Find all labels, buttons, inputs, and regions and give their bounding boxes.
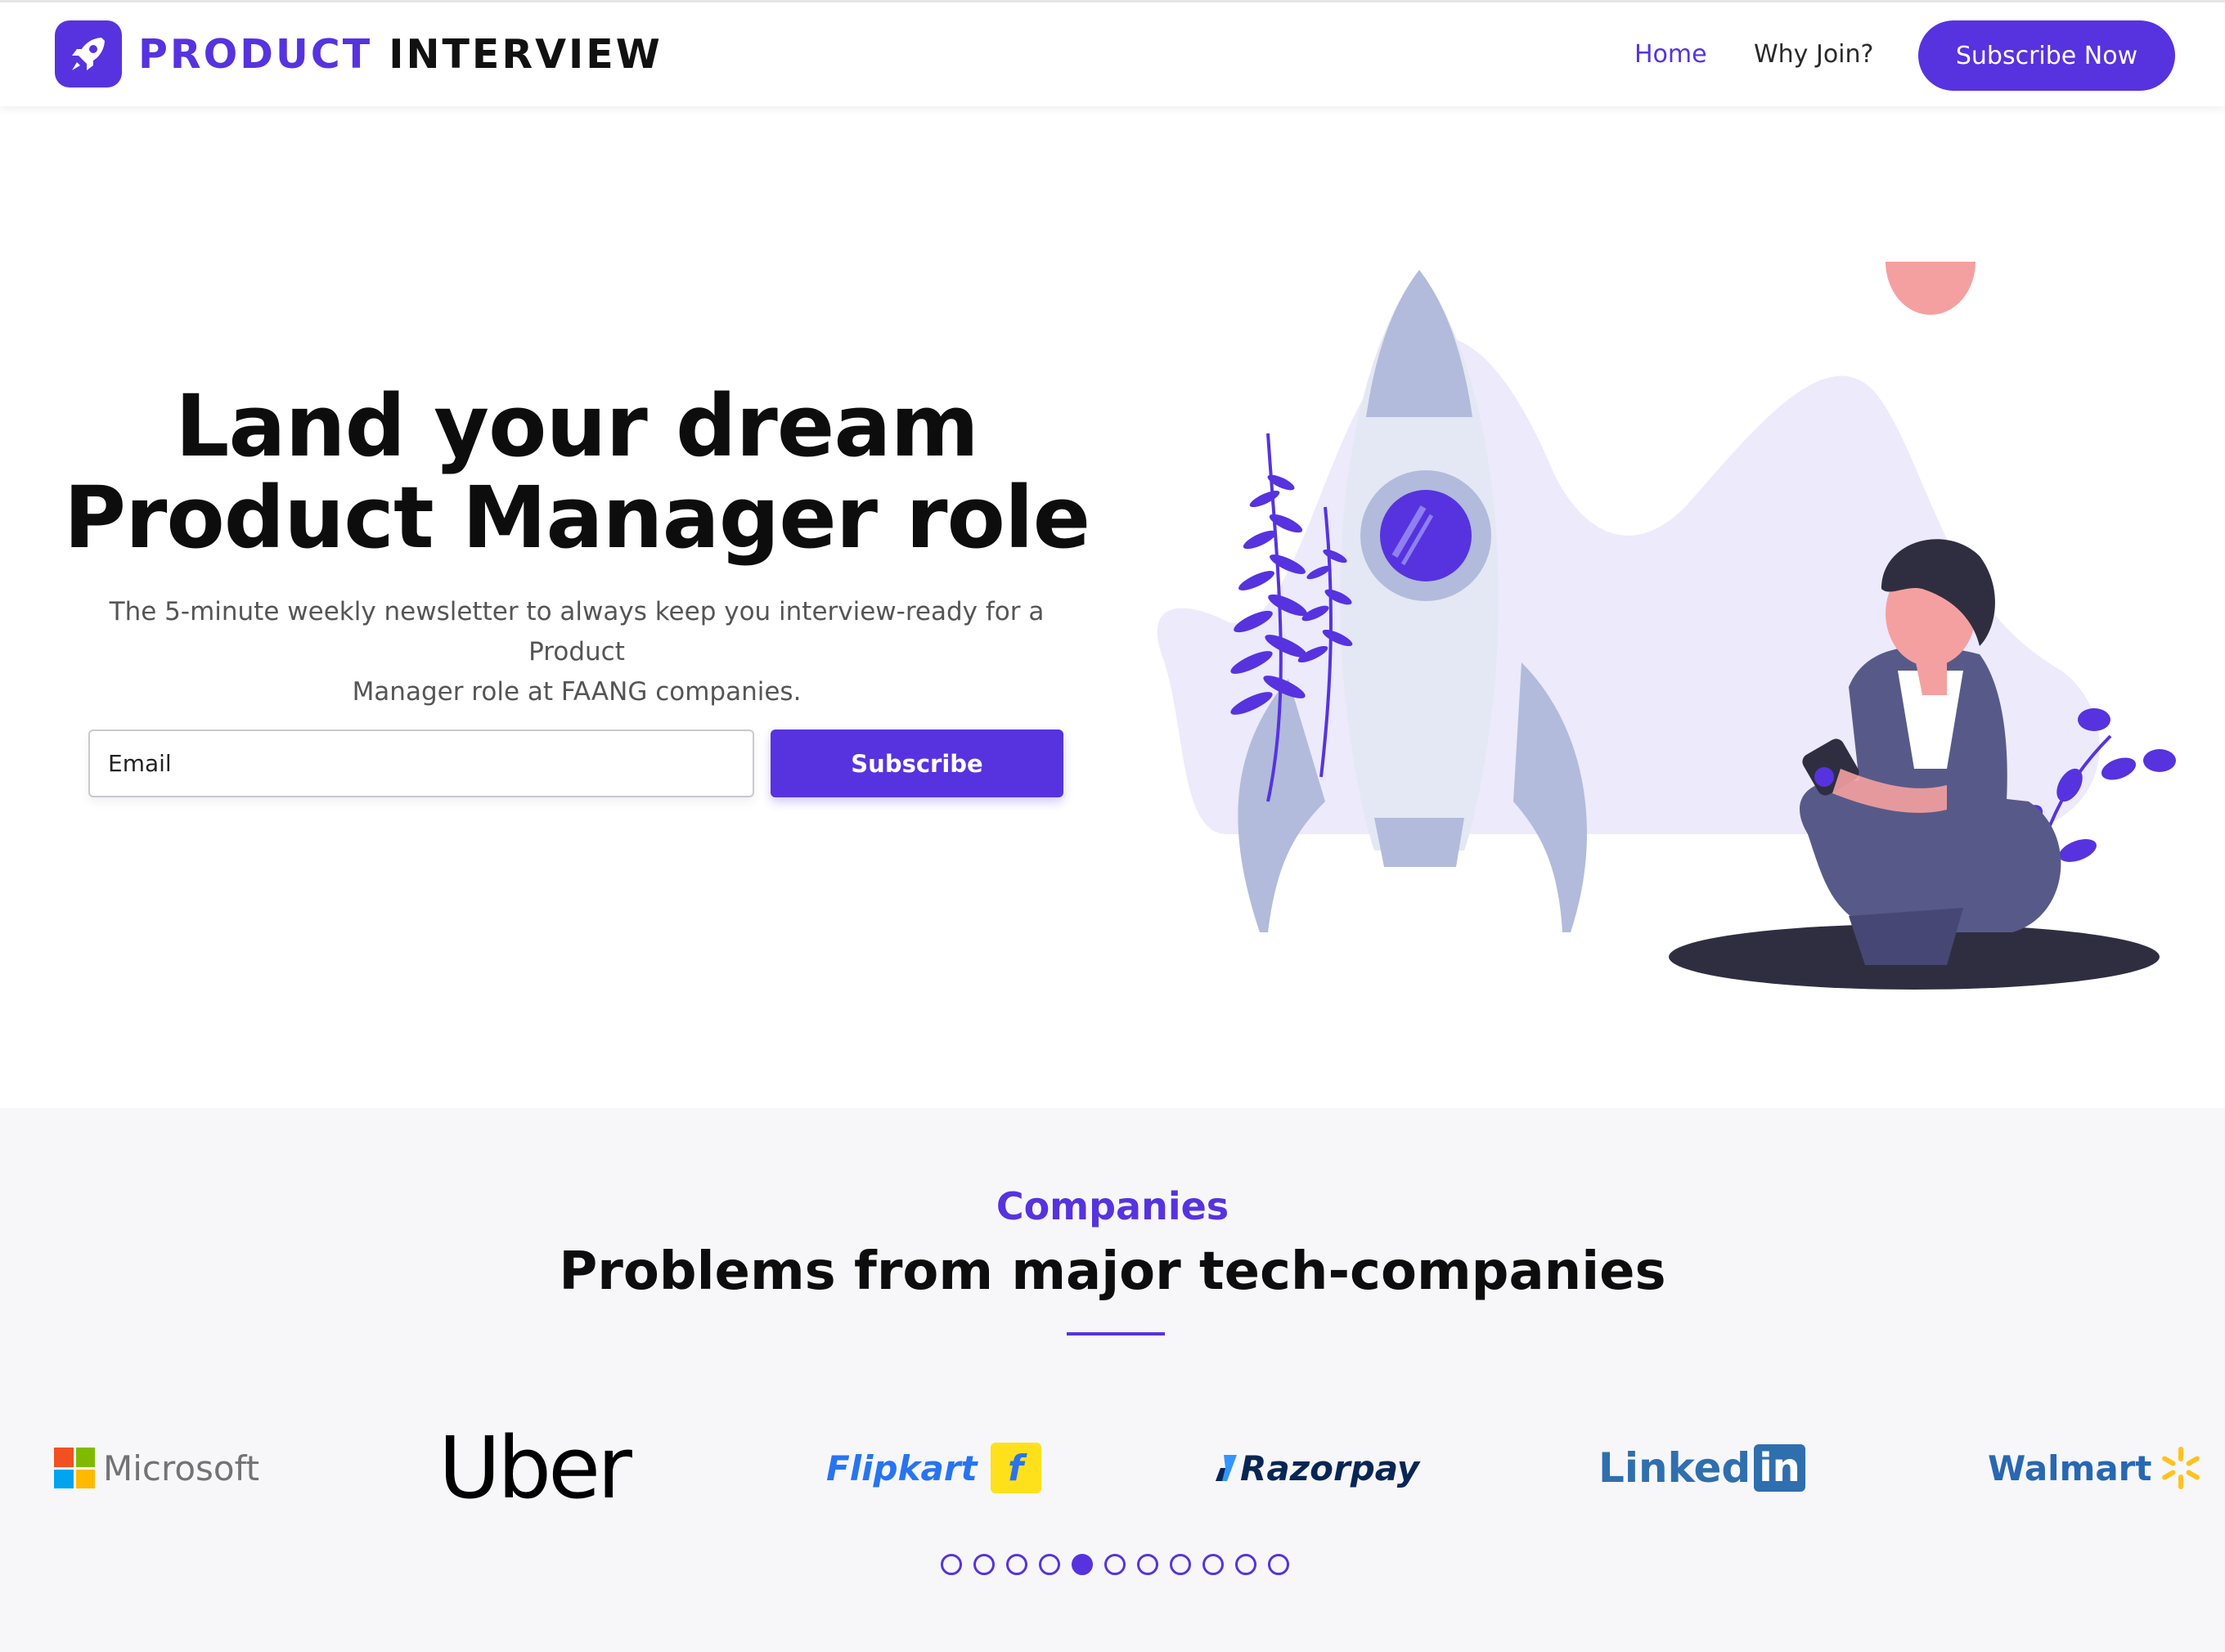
- carousel-dot[interactable]: [1235, 1554, 1256, 1575]
- razorpay-mark-icon: [1216, 1455, 1237, 1481]
- carousel-dot[interactable]: [941, 1554, 962, 1575]
- linkedin-logo-text: Linked: [1598, 1444, 1751, 1492]
- nav-why-join-link[interactable]: Why Join?: [1754, 40, 1873, 69]
- microsoft-grid-icon: [54, 1448, 95, 1488]
- razorpay-logo-text: Razorpay: [1240, 1448, 1420, 1488]
- nav-home-link[interactable]: Home: [1634, 40, 1707, 69]
- brand-name-part2: INTERVIEW: [389, 30, 663, 78]
- carousel-dot[interactable]: [1137, 1554, 1158, 1575]
- section-divider: [1067, 1332, 1165, 1336]
- flipkart-logo-text: Flipkart: [826, 1448, 978, 1488]
- carousel-dot[interactable]: [1072, 1554, 1093, 1575]
- carousel-dot[interactable]: [1104, 1554, 1126, 1575]
- walmart-logo-text: Walmart: [1988, 1448, 2152, 1488]
- microsoft-logo[interactable]: Microsoft: [54, 1423, 259, 1513]
- microsoft-logo-text: Microsoft: [103, 1448, 260, 1488]
- linkedin-in-box: in: [1754, 1444, 1805, 1492]
- subscribe-button[interactable]: Subscribe: [771, 729, 1063, 797]
- flipkart-bag-icon: f: [990, 1443, 1041, 1493]
- linkedin-logo[interactable]: Linked in: [1598, 1423, 1805, 1513]
- carousel-dots: [941, 1554, 1289, 1575]
- hero-title-line1: Land your dream: [175, 376, 979, 476]
- brand-name: PRODUCT INTERVIEW: [138, 31, 663, 78]
- brand[interactable]: PRODUCT INTERVIEW: [55, 20, 663, 88]
- companies-label: Companies: [996, 1184, 1229, 1228]
- uber-logo[interactable]: Uber: [438, 1418, 632, 1518]
- hero-title: Land your dream Product Manager role: [49, 380, 1104, 563]
- razorpay-logo[interactable]: Razorpay: [1212, 1423, 1419, 1513]
- carousel-dot[interactable]: [973, 1554, 995, 1575]
- hero-subtitle-line1: The 5-minute weekly newsletter to always…: [109, 597, 1045, 667]
- hero-title-line2: Product Manager role: [63, 468, 1090, 568]
- email-input[interactable]: [88, 729, 754, 797]
- carousel-dot[interactable]: [1170, 1554, 1191, 1575]
- rocket-person-illustration: [1157, 262, 2176, 990]
- hero-subtitle-line2: Manager role at FAANG companies.: [352, 677, 802, 707]
- carousel-dot[interactable]: [1202, 1554, 1224, 1575]
- subscribe-now-button[interactable]: Subscribe Now: [1918, 20, 2175, 91]
- carousel-dot[interactable]: [1006, 1554, 1027, 1575]
- walmart-logo[interactable]: Walmart: [1988, 1423, 2204, 1513]
- rocket-icon: [55, 20, 122, 88]
- walmart-spark-icon: [2162, 1447, 2200, 1489]
- companies-title: Problems from major tech-companies: [559, 1241, 1666, 1302]
- flipkart-logo[interactable]: Flipkart f: [826, 1423, 1041, 1513]
- hero-subtitle: The 5-minute weekly newsletter to always…: [74, 592, 1080, 712]
- carousel-dot[interactable]: [1268, 1554, 1289, 1575]
- navbar: PRODUCT INTERVIEW Home Why Join? Subscri…: [0, 2, 2225, 106]
- carousel-dot[interactable]: [1039, 1554, 1060, 1575]
- brand-name-part1: PRODUCT: [138, 30, 373, 78]
